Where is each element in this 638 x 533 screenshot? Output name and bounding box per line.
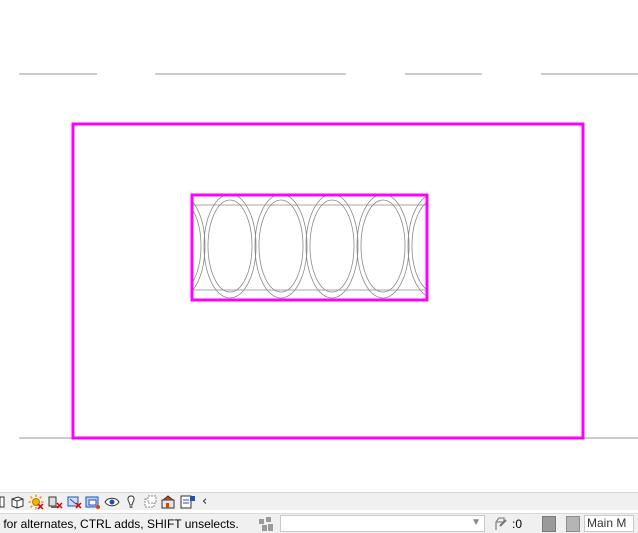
status-bar: B for alternates, CTRL adds, SHIFT unsel… [0,513,638,533]
chevron-down-icon: ▼ [471,517,481,528]
worksets-icon[interactable] [256,515,276,533]
show-crop-region-icon[interactable] [85,494,101,510]
drawing-canvas[interactable] [0,0,638,492]
sun-path-icon[interactable] [28,494,44,510]
drawing-area[interactable] [0,0,638,492]
collapse-toolbar-arrow[interactable]: ‹ [199,494,210,510]
design-option-field[interactable]: Main M [584,515,634,532]
visual-style-icon[interactable] [9,494,25,510]
editable-only-icon[interactable] [492,515,510,533]
crop-view-icon[interactable] [66,494,82,510]
select-links-toggle[interactable] [542,515,556,532]
editable-count: :0 [512,516,523,531]
temporary-view-properties-icon[interactable] [142,494,158,510]
select-pinned-toggle[interactable] [566,515,580,532]
view-control-bar: ‹ [0,492,638,510]
selected-panel-frame[interactable] [190,193,429,302]
analysis-display-icon[interactable] [161,494,177,510]
status-message: B for alternates, CTRL adds, SHIFT unsel… [0,516,239,531]
temporary-hide-isolate-icon[interactable] [104,494,120,510]
highlight-displacement-icon[interactable] [180,494,196,510]
selected-outer-frame[interactable] [71,122,585,440]
decorative-ring-panel[interactable] [153,194,460,299]
reveal-hidden-elements-icon[interactable] [123,494,139,510]
active-workset-dropdown[interactable]: ▼ [280,515,485,532]
shadows-icon[interactable] [47,494,63,510]
scale-icon[interactable] [0,494,6,510]
